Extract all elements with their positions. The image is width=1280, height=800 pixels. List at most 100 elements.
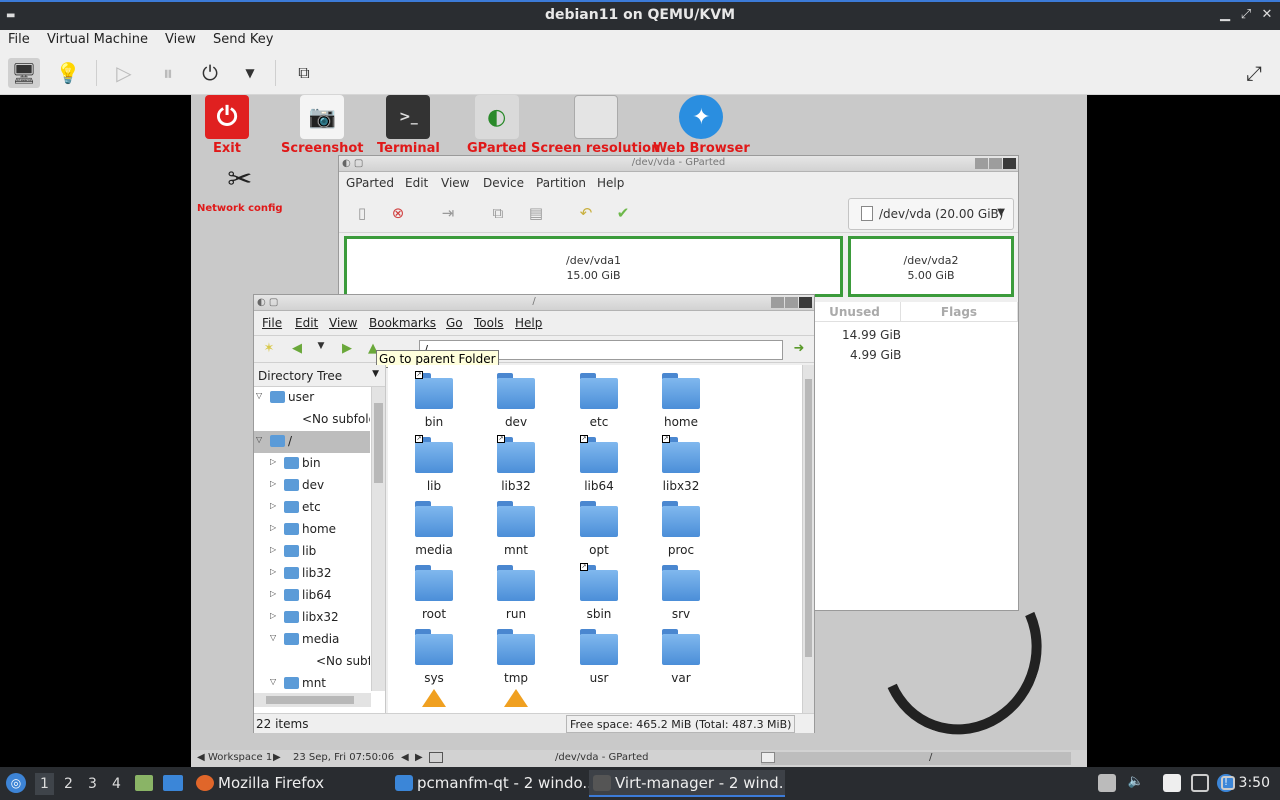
maximize-icon[interactable] — [785, 297, 798, 308]
desktop-icon-screen-resolution[interactable]: Screen resolution — [531, 95, 660, 156]
menu-partition[interactable]: Partition — [536, 176, 586, 190]
file-item-bin[interactable]: ↗ bin — [402, 371, 466, 429]
maximize-icon[interactable] — [989, 158, 1002, 169]
go-icon[interactable]: ➜ — [790, 341, 808, 359]
close-icon[interactable] — [1003, 158, 1016, 169]
menu-tools[interactable]: Tools — [474, 316, 504, 330]
guest-task-pcmanfm[interactable]: / — [761, 752, 1071, 765]
vm-screen[interactable]: ⏻ Exit 📷 Screenshot >_ Terminal ◐ GParte… — [191, 95, 1087, 767]
file-item-sbin[interactable]: ↗ sbin — [567, 563, 631, 621]
file-item-sys[interactable]: sys — [402, 629, 466, 685]
history-dropdown-icon[interactable]: ▼ — [312, 341, 330, 359]
tree-item-home[interactable]: ▷ home — [254, 519, 370, 541]
fullscreen-icon[interactable]: ⤢ — [1238, 58, 1270, 88]
network-icon[interactable] — [1221, 776, 1235, 790]
close-icon[interactable]: ✕ — [1258, 6, 1276, 24]
file-item-lib64[interactable]: ↗ lib64 — [567, 435, 631, 493]
file-view-scrollbar[interactable] — [802, 365, 814, 713]
show-desktop-icon[interactable] — [163, 775, 183, 791]
desktop-icon-network-config[interactable]: ✂ Network config — [197, 157, 283, 215]
file-item-var[interactable]: var — [649, 629, 713, 685]
menu-file[interactable]: File — [8, 32, 30, 47]
file-item-srv[interactable]: srv — [649, 565, 713, 621]
menu-help[interactable]: Help — [515, 316, 542, 330]
file-item-root[interactable]: root — [402, 565, 466, 621]
partition-vda1[interactable]: /dev/vda1 15.00 GiB — [344, 236, 843, 297]
desktop-icon-screenshot[interactable]: 📷 Screenshot — [281, 95, 364, 156]
tree-item-lib32[interactable]: ▷ lib32 — [254, 563, 370, 585]
scrollbar-thumb[interactable] — [266, 696, 354, 704]
workspace-3[interactable]: 3 — [88, 776, 97, 792]
task-firefox[interactable]: Mozilla Firefox — [192, 770, 380, 797]
paste-icon[interactable]: ▤ — [525, 204, 547, 224]
workspace-next-icon[interactable]: ▶ — [273, 752, 281, 763]
resize-icon[interactable]: ⇥ — [437, 204, 459, 224]
menu-bookmarks[interactable]: Bookmarks — [369, 316, 436, 330]
column-unused[interactable]: Unused — [809, 302, 901, 322]
file-item-lib[interactable]: ↗ lib — [402, 435, 466, 493]
task-virt-manager[interactable]: Virt-manager - 2 wind... — [589, 770, 785, 797]
tree-item-lib64[interactable]: ▷ lib64 — [254, 585, 370, 607]
task-pcmanfm[interactable]: pcmanfm-qt - 2 windo... — [391, 770, 589, 797]
tree-item-dev[interactable]: ▷ dev — [254, 475, 370, 497]
lightbulb-icon[interactable]: 💡 — [52, 58, 84, 88]
desktop-icon-gparted[interactable]: ◐ GParted — [467, 95, 526, 156]
file-item-opt[interactable]: opt — [567, 501, 631, 557]
file-item-home[interactable]: home — [649, 373, 713, 429]
menu-file[interactable]: File — [262, 316, 282, 330]
workspace-2[interactable]: 2 — [64, 776, 73, 792]
play-icon[interactable]: ▷ — [108, 58, 140, 88]
menu-virtual-machine[interactable]: Virtual Machine — [47, 32, 148, 47]
menu-view[interactable]: View — [165, 32, 196, 47]
pause-icon[interactable]: ⏸ — [152, 58, 184, 88]
file-item-libx32[interactable]: ↗ libx32 — [649, 435, 713, 493]
menu-device[interactable]: Device — [483, 176, 524, 190]
column-flags[interactable]: Flags — [901, 302, 1018, 322]
app-menu-icon[interactable]: ◎ — [6, 773, 26, 793]
volume-icon[interactable]: 🔈 — [1127, 774, 1145, 792]
tree-scrollbar[interactable] — [371, 387, 385, 691]
tree-item-media[interactable]: ▽ media — [254, 629, 370, 651]
desktop-icon-terminal[interactable]: >_ Terminal — [377, 95, 440, 156]
file-item-lib32[interactable]: ↗ lib32 — [484, 435, 548, 493]
file-item-mnt[interactable]: mnt — [484, 501, 548, 557]
minimize-icon[interactable]: ▁ — [1216, 6, 1234, 24]
directory-tree-pane[interactable]: Directory Tree ▼ ▽ user <No subfolders> … — [254, 365, 386, 713]
menu-gparted[interactable]: GParted — [346, 176, 394, 190]
tree-item-lib[interactable]: ▷ lib — [254, 541, 370, 563]
workspace-prev-icon[interactable]: ◀ — [197, 752, 205, 763]
prev-icon[interactable]: ◀ — [401, 752, 409, 763]
file-manager-launcher-icon[interactable] — [135, 775, 153, 791]
back-icon[interactable]: ◀ — [288, 341, 306, 359]
scrollbar-thumb[interactable] — [374, 403, 383, 483]
tree-item-user[interactable]: ▽ user — [254, 387, 370, 409]
clipboard-icon[interactable] — [1163, 774, 1181, 792]
minimize-icon[interactable] — [771, 297, 784, 308]
chevron-down-icon[interactable]: ▼ — [234, 58, 266, 88]
tree-hscrollbar[interactable] — [254, 693, 371, 707]
maximize-icon[interactable]: ⤢ — [1237, 6, 1255, 24]
warning-icon[interactable] — [504, 689, 528, 707]
tree-item-etc[interactable]: ▷ etc — [254, 497, 370, 519]
delete-icon[interactable]: ⊗ — [387, 204, 409, 224]
file-item-proc[interactable]: proc — [649, 501, 713, 557]
removable-media-icon[interactable] — [1098, 774, 1116, 792]
power-icon[interactable]: ⏻ — [194, 58, 226, 88]
workspace-1[interactable]: 1 — [35, 773, 54, 795]
screenshot-icon[interactable]: ⧉ — [288, 58, 320, 88]
minimize-icon[interactable] — [975, 158, 988, 169]
menu-edit[interactable]: Edit — [405, 176, 428, 190]
file-view[interactable]: ↗ bin dev etc home ↗ lib ↗ lib32 ↗ lib64 ↗ libx32 med… — [388, 365, 802, 713]
forward-icon[interactable]: ▶ — [338, 341, 356, 359]
desktop-icon-web-browser[interactable]: ✦ Web Browser — [653, 95, 750, 156]
menu-go[interactable]: Go — [446, 316, 463, 330]
file-item-media[interactable]: media — [402, 501, 466, 557]
display-icon[interactable] — [1191, 774, 1209, 792]
tree-item-bin[interactable]: ▷ bin — [254, 453, 370, 475]
tree-item-mnt[interactable]: ▽ mnt — [254, 673, 370, 695]
apply-icon[interactable]: ✔ — [612, 204, 634, 224]
menu-send-key[interactable]: Send Key — [213, 32, 273, 47]
next-icon[interactable]: ▶ — [415, 752, 423, 763]
workspace-4[interactable]: 4 — [112, 776, 121, 792]
file-item-tmp[interactable]: tmp — [484, 629, 548, 685]
